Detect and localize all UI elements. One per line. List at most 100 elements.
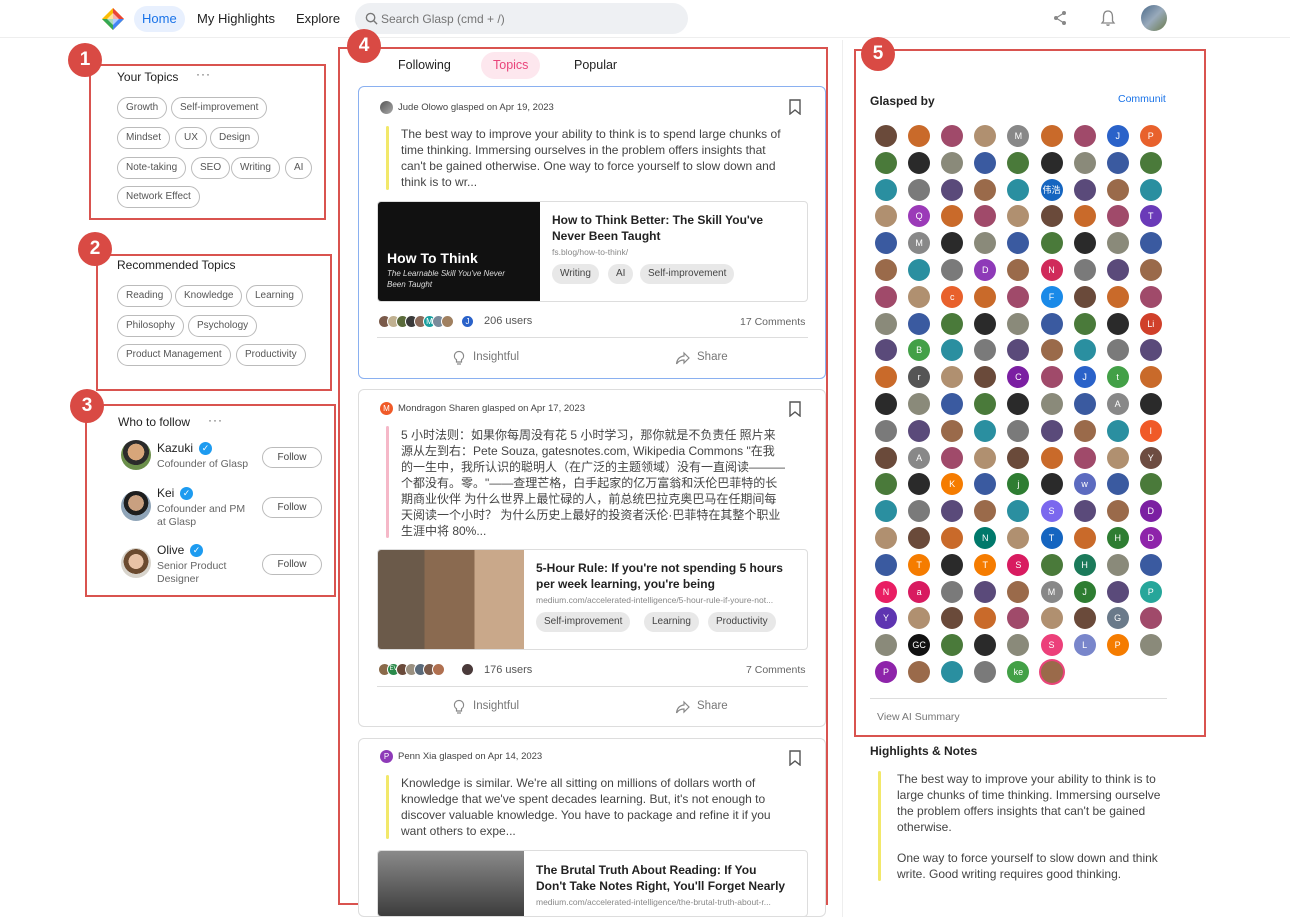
insightful-button[interactable]: Insightful [473, 351, 519, 363]
glasper-avatar[interactable]: a [908, 580, 931, 603]
glasper-avatar[interactable] [875, 259, 897, 281]
glasper-avatar[interactable] [1106, 232, 1129, 255]
glasper-avatar[interactable] [974, 178, 997, 201]
glasper-avatar[interactable]: N [875, 580, 897, 603]
author-name[interactable]: Mondragon Sharen [398, 403, 479, 414]
glasper-avatar[interactable]: Y [1139, 446, 1162, 469]
search-input[interactable] [381, 3, 671, 34]
glasper-avatar[interactable] [1106, 312, 1129, 335]
avatar[interactable]: M [380, 402, 393, 415]
glasper-avatar[interactable] [908, 125, 931, 147]
glasper-avatar[interactable] [941, 312, 964, 335]
glasper-avatar[interactable] [1073, 339, 1096, 362]
glasper-avatar[interactable] [941, 151, 964, 174]
glasper-avatar[interactable] [1073, 232, 1096, 255]
glasper-avatar[interactable]: H [1073, 553, 1096, 576]
glasper-avatar[interactable] [1007, 580, 1030, 603]
glasper-avatar[interactable] [941, 446, 964, 469]
your-topics-more-icon[interactable]: ··· [196, 67, 211, 81]
user-name[interactable]: Olive [157, 543, 184, 557]
glasper-avatar[interactable]: D [1139, 527, 1162, 549]
tab-topics[interactable]: Topics [481, 52, 541, 79]
glasper-avatar[interactable] [1106, 580, 1129, 603]
share-button[interactable]: Share [697, 351, 728, 363]
glasper-avatar[interactable] [1139, 634, 1162, 657]
recommended-chip[interactable]: Product Management [117, 344, 231, 366]
follow-button[interactable]: Follow [262, 447, 322, 468]
glasper-avatar[interactable] [875, 125, 897, 147]
avatar[interactable] [121, 440, 151, 470]
glasper-avatar[interactable] [1139, 366, 1162, 389]
glasper-avatar[interactable] [974, 151, 997, 174]
recommended-chip[interactable]: Psychology [188, 315, 258, 337]
glasper-avatar[interactable] [1106, 419, 1129, 442]
glasper-avatar[interactable] [1073, 125, 1096, 147]
glasper-avatar[interactable] [1106, 339, 1129, 362]
tab-community[interactable]: Communit [1118, 93, 1167, 105]
glasper-avatar[interactable]: T [1040, 527, 1063, 549]
topic-chip[interactable]: Mindset [117, 127, 171, 149]
glasper-avatar[interactable] [1139, 232, 1162, 255]
author-name[interactable]: Jude Olowo [398, 102, 448, 113]
user-name[interactable]: Kei [157, 486, 174, 500]
topic-chip[interactable]: Note-taking [117, 157, 187, 179]
glasper-avatar[interactable]: I [1139, 419, 1162, 442]
link-title[interactable]: The Brutal Truth About Reading: If You Do… [536, 862, 785, 894]
glasper-avatar[interactable]: S [1040, 500, 1063, 523]
glasper-avatar[interactable]: A [1106, 393, 1129, 415]
glasper-avatar[interactable] [1040, 232, 1063, 255]
glasper-avatar[interactable] [875, 178, 897, 201]
glasper-avatar[interactable] [974, 446, 997, 469]
glasper-avatar[interactable] [974, 419, 997, 442]
lightbulb-icon[interactable] [451, 350, 467, 366]
glasper-avatar[interactable] [1139, 178, 1162, 201]
glasper-avatar[interactable]: Li [1139, 312, 1162, 335]
glasper-avatar[interactable]: H [1106, 527, 1129, 549]
glasper-avatar[interactable] [1007, 178, 1030, 201]
tag[interactable]: Self-improvement [640, 264, 735, 284]
glasper-avatar[interactable]: c [941, 285, 964, 308]
glasper-avatar[interactable] [941, 553, 964, 576]
glasper-avatar[interactable] [1040, 419, 1063, 442]
glasper-avatar[interactable] [1073, 446, 1096, 469]
glasper-avatar[interactable] [1040, 366, 1063, 389]
share-icon[interactable] [1051, 9, 1069, 27]
bookmark-icon[interactable] [789, 750, 801, 766]
glasper-avatar[interactable] [1139, 259, 1162, 281]
glasper-avatar[interactable] [1139, 393, 1162, 415]
glasper-avatar[interactable]: F [1040, 285, 1063, 308]
glasper-avatar[interactable] [1106, 205, 1129, 228]
author-name[interactable]: Penn Xia [398, 751, 437, 762]
avatar[interactable]: P [380, 750, 393, 763]
glasper-avatar[interactable] [908, 527, 931, 549]
glasper-avatar[interactable] [1007, 312, 1030, 335]
recommended-chip[interactable]: Productivity [236, 344, 306, 366]
who-to-follow-more-icon[interactable]: ··· [208, 413, 223, 427]
link-title[interactable]: 5-Hour Rule: If you're not spending 5 ho… [536, 560, 783, 592]
topic-chip[interactable]: Design [210, 127, 260, 149]
glasper-avatar[interactable] [908, 312, 931, 335]
glasper-avatar[interactable] [1040, 393, 1063, 415]
glasper-avatar[interactable] [1040, 607, 1063, 630]
glasper-avatar[interactable] [1040, 125, 1063, 147]
glasper-avatar[interactable] [1106, 553, 1129, 576]
glasper-avatar[interactable] [1073, 527, 1096, 549]
glasper-avatar[interactable] [1040, 151, 1063, 174]
glasper-avatar[interactable] [1139, 151, 1162, 174]
glasper-avatar[interactable] [941, 419, 964, 442]
glasper-avatar[interactable] [1007, 446, 1030, 469]
recommended-chip[interactable]: Reading [117, 285, 173, 307]
topic-chip[interactable]: AI [285, 157, 313, 179]
glasper-avatar[interactable]: P [1106, 634, 1129, 657]
glasper-avatar[interactable] [1106, 285, 1129, 308]
search-bar[interactable] [355, 3, 688, 34]
recommended-chip[interactable]: Knowledge [175, 285, 243, 307]
glasper-avatar[interactable] [1040, 205, 1063, 228]
glasper-avatar[interactable] [974, 312, 997, 335]
insightful-button[interactable]: Insightful [473, 700, 519, 712]
glasper-avatar[interactable] [1139, 285, 1162, 308]
glasper-avatar[interactable] [1139, 553, 1162, 576]
glasper-avatar[interactable] [974, 580, 997, 603]
avatar[interactable] [121, 548, 151, 578]
glasper-avatar[interactable]: P [1139, 125, 1162, 147]
